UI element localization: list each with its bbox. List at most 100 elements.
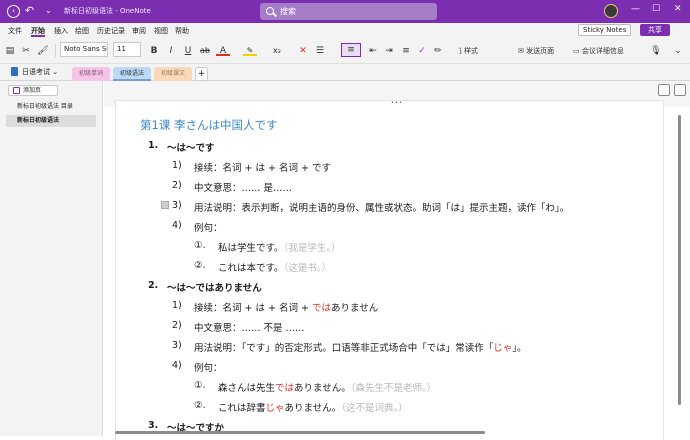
sub-number: 4) (172, 360, 182, 371)
font-size-select[interactable]: 11 (113, 42, 141, 57)
menu-view[interactable]: 视图 (154, 26, 168, 36)
example-japanese: これは本です。 (218, 263, 284, 274)
underline-icon[interactable]: U (182, 43, 194, 59)
example-number: ①. (194, 240, 206, 251)
item-heading[interactable]: 〜は〜です (167, 140, 215, 154)
cut-icon[interactable]: ✂ (20, 43, 32, 59)
italic-icon[interactable]: I (165, 43, 177, 59)
minimize-icon[interactable]: — (631, 4, 640, 14)
notebook-selector[interactable]: 日语考试 ⌄ (11, 67, 58, 77)
menu-help[interactable]: 帮助 (175, 26, 189, 36)
indent-icon[interactable]: ⇥ (383, 43, 395, 59)
strikethrough-icon[interactable]: ab (198, 43, 212, 59)
outdent-icon[interactable]: ⇤ (367, 43, 379, 59)
scroll-thumb[interactable] (678, 115, 681, 405)
avatar[interactable] (604, 4, 618, 18)
search-page-icon[interactable] (658, 84, 670, 96)
bullets-icon[interactable]: ☰ (314, 43, 326, 59)
sub-text[interactable]: 用法说明：「です」的否定形式。口语等非正式场合中「では」常读作「じゃ」。 (194, 340, 527, 354)
share-button[interactable]: 共享 (640, 24, 670, 36)
scroll-thumb[interactable] (115, 431, 485, 434)
font-color-icon[interactable]: A (216, 43, 230, 56)
emphasis-text: では (312, 303, 332, 314)
sub-text[interactable]: 中文意思：…… 不是 …… (194, 320, 305, 334)
example-number: ②. (194, 260, 206, 271)
container-grip[interactable]: ••• (391, 101, 403, 106)
styles-button[interactable]: ⟆ 样式 (459, 43, 499, 59)
sub-text[interactable]: 接续：名词 + は + 名词 + ではありません (194, 300, 378, 314)
close-icon[interactable]: ✕ (674, 4, 682, 14)
example-japanese: ありません。 (294, 383, 351, 394)
bold-icon[interactable]: B (148, 43, 160, 59)
example-sentence[interactable]: これは辞書じゃありません。（这不是词典。） (218, 400, 408, 414)
menu-draw[interactable]: 绘图 (75, 26, 89, 36)
example-number: ②. (194, 400, 206, 411)
sub-text[interactable]: 例句： (194, 220, 223, 234)
numbering-icon[interactable]: ≡ (341, 43, 361, 57)
page-title[interactable]: 第1课 李さんは中国人です (140, 117, 277, 133)
example-number: ①. (194, 380, 206, 391)
sub-number: 1) (172, 300, 182, 311)
meeting-icon: ▭ (573, 47, 582, 55)
sticky-notes-label: Sticky Notes (583, 26, 627, 34)
sub-text[interactable]: 用法说明：表示判断，说明主语的身份、属性或状态。助词「は」提示主题，读作「わ」。 (194, 200, 569, 214)
note-page[interactable]: ••• 第1课 李さんは中国人です 1. 〜は〜です 1) 接续：名词 + は … (115, 100, 664, 440)
maximize-icon[interactable]: ☐ (652, 4, 660, 14)
format-painter-icon[interactable]: 🖌 (37, 43, 49, 59)
page-canvas: ••• 第1课 李さんは中国人です 1. 〜は〜です 1) 接续：名词 + は … (104, 81, 690, 440)
expand-icon[interactable] (674, 84, 686, 96)
align-icon[interactable]: ≡ (400, 43, 412, 59)
example-sentence[interactable]: 森さんは先生ではありません。（森先生不是老师。） (218, 380, 436, 394)
paragraph-handle[interactable] (161, 201, 169, 209)
add-section-button[interactable]: + (195, 67, 208, 81)
paragraph-icon[interactable]: ✏ (432, 43, 444, 59)
text-segment: 接续：名词 + は + 名词 + (194, 303, 312, 314)
section-tab-words[interactable]: 初级单词 (72, 67, 110, 81)
styles-label: 样式 (463, 47, 478, 55)
emphasis-text: じゃ (493, 343, 513, 354)
section-tab-grammar[interactable]: 初级语法 (113, 67, 151, 81)
item-heading[interactable]: 〜は〜ではありません (167, 280, 262, 294)
emphasis-text: じゃ (265, 403, 285, 414)
spell-icon[interactable]: ✓ (416, 43, 428, 59)
add-page-button[interactable]: 添加页 (8, 85, 58, 96)
emphasis-text: では (275, 383, 295, 394)
back-icon[interactable]: ‹ (7, 5, 20, 18)
microphone-icon[interactable]: 🎙 (650, 43, 662, 59)
meeting-details-button[interactable]: ▭ 会议详细信息 (573, 43, 633, 59)
sub-text[interactable]: 中文意思：…… 是…… (194, 180, 292, 194)
menu-file[interactable]: 文件 (8, 26, 22, 36)
example-sentence[interactable]: 私は学生です。（我是学生。） (218, 240, 341, 254)
sticky-notes-button[interactable]: Sticky Notes (578, 24, 632, 36)
notebook-icon (11, 67, 18, 76)
sub-text[interactable]: 例句： (194, 360, 223, 374)
clear-format-icon[interactable]: ✕ (297, 43, 309, 59)
dropdown-icon[interactable]: ⌄ (42, 5, 55, 18)
mail-icon: ✉ (518, 47, 527, 55)
example-translation: （森先生不是老师。） (350, 383, 437, 394)
section-tab-texts[interactable]: 初级课文 (154, 67, 192, 81)
item-number: 2. (148, 280, 159, 291)
ribbon-more-icon[interactable]: ⌄ (672, 43, 684, 59)
notebook-name: 日语考试 (22, 68, 50, 76)
highlight-icon[interactable]: ✎ (243, 43, 257, 56)
font-name-select[interactable]: Noto Sans SC (60, 42, 108, 57)
undo-icon[interactable]: ↶ (23, 5, 36, 18)
menu-review[interactable]: 审阅 (132, 26, 146, 36)
page-item-grammar[interactable]: 新标日初级语法 (6, 115, 96, 127)
sub-number: 3) (172, 340, 182, 351)
text-segment: 用法说明：「です」的否定形式。口语等非正式场合中「では」常读作「 (194, 343, 494, 354)
search-box[interactable]: 搜索 (260, 3, 437, 20)
horizontal-scrollbar[interactable] (115, 428, 675, 436)
clipboard-icon[interactable]: ▤ (4, 43, 16, 59)
subscript-icon[interactable]: x₂ (270, 43, 284, 59)
menu-history[interactable]: 历史记录 (97, 26, 125, 36)
menu-insert[interactable]: 插入 (54, 26, 68, 36)
sub-text[interactable]: 接续：名词 + は + 名词 + です (194, 160, 331, 174)
send-page-button[interactable]: ✉ 发送页面 (518, 43, 566, 59)
vertical-scrollbar[interactable] (676, 97, 684, 427)
page-item-toc[interactable]: 新标日初级语法 目录 (6, 101, 96, 113)
page-list-sidebar: 添加页 新标日初级语法 目录 新标日初级语法 (0, 81, 103, 436)
example-sentence[interactable]: これは本です。（这是书。） (218, 260, 331, 274)
add-page-label: 添加页 (23, 87, 42, 94)
